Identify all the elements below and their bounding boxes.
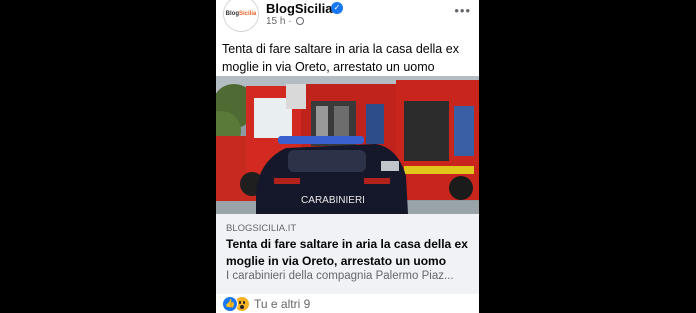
link-description: I carabinieri della compagnia Palermo Pi… bbox=[226, 270, 454, 282]
post-text: Tenta di fare saltare in aria la casa de… bbox=[222, 42, 459, 74]
facebook-post-card: BlogSicilia BlogSicilia ✓ 15 h · ••• Ten… bbox=[216, 0, 479, 313]
page-name[interactable]: BlogSicilia bbox=[266, 1, 332, 16]
fire-trucks-carabinieri-photo: CARABINIERI bbox=[216, 76, 479, 214]
page-avatar[interactable]: BlogSicilia bbox=[223, 0, 259, 32]
like-reaction-icon: 👍 bbox=[222, 296, 238, 312]
post-header: BlogSicilia BlogSicilia ✓ 15 h · ••• bbox=[216, 0, 479, 36]
post-time[interactable]: 15 h bbox=[266, 16, 285, 27]
car-label: CARABINIERI bbox=[301, 195, 365, 206]
more-options-icon[interactable]: ••• bbox=[454, 3, 471, 18]
avatar-logo-text: BlogSicilia bbox=[225, 11, 257, 17]
link-preview[interactable]: BLOGSICILIA.IT Tenta di fare saltare in … bbox=[216, 214, 479, 294]
globe-icon bbox=[296, 17, 305, 26]
reaction-count[interactable]: Tu e altri 9 bbox=[254, 297, 310, 311]
post-image[interactable]: CARABINIERI bbox=[216, 76, 479, 214]
post-meta: 15 h · bbox=[266, 16, 305, 27]
verified-badge-icon: ✓ bbox=[331, 2, 343, 14]
link-domain: BLOGSICILIA.IT bbox=[226, 223, 297, 234]
reactions-summary[interactable]: 👍 Tu e altri 9 bbox=[222, 296, 310, 312]
link-title[interactable]: Tenta di fare saltare in aria la casa de… bbox=[226, 236, 474, 270]
